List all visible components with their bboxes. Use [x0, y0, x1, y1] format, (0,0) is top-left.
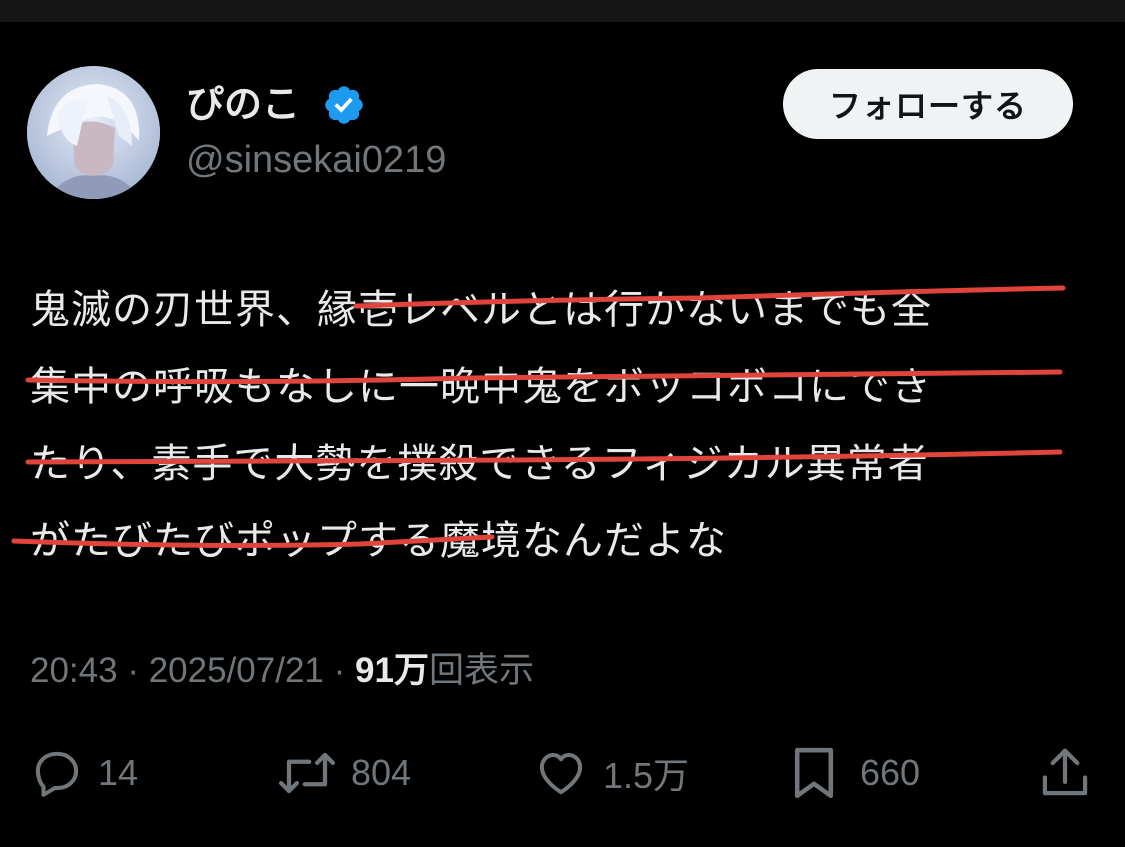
avatar[interactable] [27, 66, 160, 199]
verified-badge-icon [325, 86, 363, 124]
reply-icon [35, 751, 79, 797]
tweet-meta: 20:43 · 2025/07/21 · 91万回表示 [30, 646, 534, 696]
view-label: 回表示 [428, 651, 534, 690]
repost-icon [278, 752, 336, 794]
follow-button[interactable]: フォローする [783, 69, 1073, 139]
bookmark-count: 660 [860, 752, 921, 793]
view-count[interactable]: 91万 [355, 651, 429, 690]
meta-separator: · [333, 651, 346, 690]
reply-button[interactable]: 14 [30, 745, 138, 801]
meta-separator: · [127, 651, 139, 690]
avatar-image [27, 66, 160, 199]
share-button[interactable] [1038, 745, 1092, 801]
display-name[interactable]: ぴのこ [186, 80, 300, 128]
share-icon [1042, 748, 1088, 796]
repost-button[interactable]: 804 [277, 745, 411, 801]
repost-count: 804 [351, 752, 412, 793]
bookmark-icon [794, 747, 834, 799]
like-button[interactable]: 1.5万 [533, 745, 689, 801]
like-count: 1.5万 [603, 755, 690, 796]
tweet-time[interactable]: 20:43 [30, 651, 118, 690]
tweet-date[interactable]: 2025/07/21 [149, 651, 324, 690]
top-bar [0, 0, 1125, 22]
tweet-line: 集中の呼吸もなしに一晩中鬼をボッコボコにでき [30, 364, 932, 410]
tweet-line: たり、素手で大勢を撲殺できるフィジカル異常者 [30, 441, 929, 487]
tweet-text: 鬼滅の刃世界、縁壱レベルとは行かないまでも全 集中の呼吸もなしに一晩中鬼をボッコ… [30, 272, 1090, 580]
tweet-line: がたびたびポップする魔境なんだよな [30, 518, 727, 564]
heart-icon [539, 752, 583, 795]
user-handle[interactable]: @sinsekai0219 [186, 136, 446, 184]
reply-count: 14 [98, 752, 139, 793]
bookmark-button[interactable]: 660 [790, 745, 920, 801]
tweet-line: 鬼滅の刃世界、縁壱レベルとは行かないまでも全 [30, 287, 932, 333]
